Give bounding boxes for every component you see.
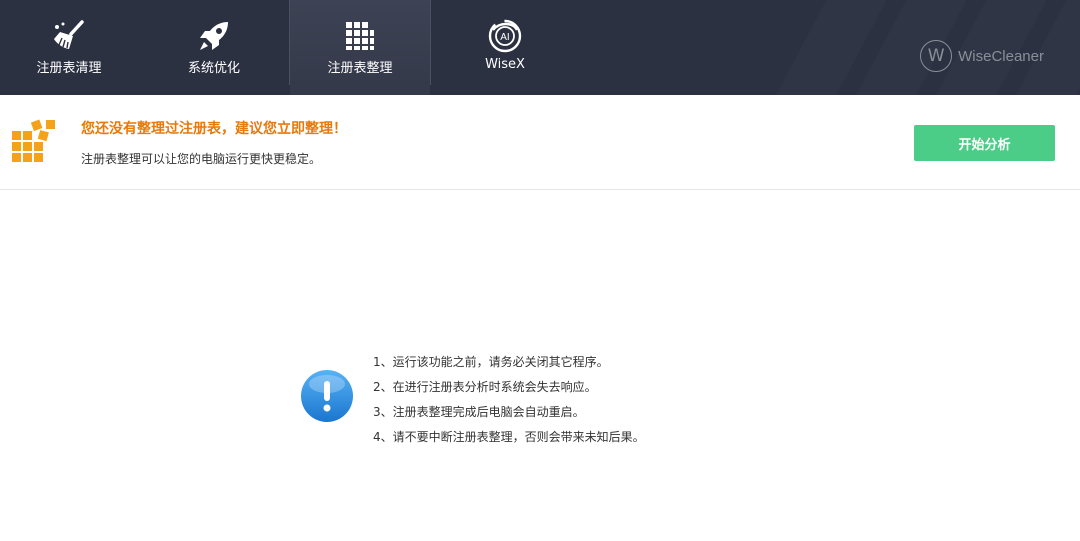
start-analysis-button[interactable]: 开始分析 bbox=[914, 125, 1055, 161]
status-banner: 您还没有整理过注册表，建议您立即整理！ 注册表整理可以让您的电脑运行更快更稳定。… bbox=[0, 95, 1080, 190]
tab-label: 注册表整理 bbox=[327, 61, 393, 76]
list-item: 3、注册表整理完成后电脑会自动重启。 bbox=[373, 405, 585, 419]
list-item: 4、请不要中断注册表整理，否则会带来未知后果。 bbox=[373, 430, 645, 444]
banner-title: 您还没有整理过注册表，建议您立即整理！ bbox=[81, 121, 347, 137]
tab-system-optimize[interactable]: 系统优化 bbox=[143, 0, 285, 85]
ai-swirl-icon: AI bbox=[487, 18, 523, 54]
rocket-icon bbox=[196, 18, 232, 54]
svg-text:AI: AI bbox=[500, 32, 509, 43]
tab-registry-defrag[interactable]: 注册表整理 bbox=[289, 0, 431, 95]
registry-blocks-icon bbox=[12, 119, 60, 167]
tab-label: WiseX bbox=[485, 57, 525, 72]
banner-subtitle: 注册表整理可以让您的电脑运行更快更稳定。 bbox=[81, 152, 322, 166]
list-item: 2、在进行注册表分析时系统会失去响应。 bbox=[373, 380, 597, 394]
tab-label: 系统优化 bbox=[187, 61, 240, 76]
grid-blocks-icon bbox=[342, 18, 378, 54]
top-nav-bar: 注册表清理 系统优化 注册表整理 AI WiseX W WiseCleaner bbox=[0, 0, 1080, 95]
tab-label: 注册表清理 bbox=[36, 61, 102, 76]
tab-wisex[interactable]: AI WiseX bbox=[434, 0, 576, 85]
broom-icon bbox=[51, 18, 87, 54]
tab-registry-cleaner[interactable]: 注册表清理 bbox=[0, 0, 140, 85]
wisecleaner-logo-icon: W bbox=[920, 40, 953, 72]
brand-name: WiseCleaner bbox=[958, 47, 1044, 65]
brand[interactable]: W WiseCleaner bbox=[920, 40, 1044, 72]
notice-list: 1、运行该功能之前，请务必关闭其它程序。 2、在进行注册表分析时系统会失去响应。… bbox=[373, 353, 733, 453]
list-item: 1、运行该功能之前，请务必关闭其它程序。 bbox=[373, 355, 609, 369]
info-exclamation-icon bbox=[300, 369, 354, 423]
